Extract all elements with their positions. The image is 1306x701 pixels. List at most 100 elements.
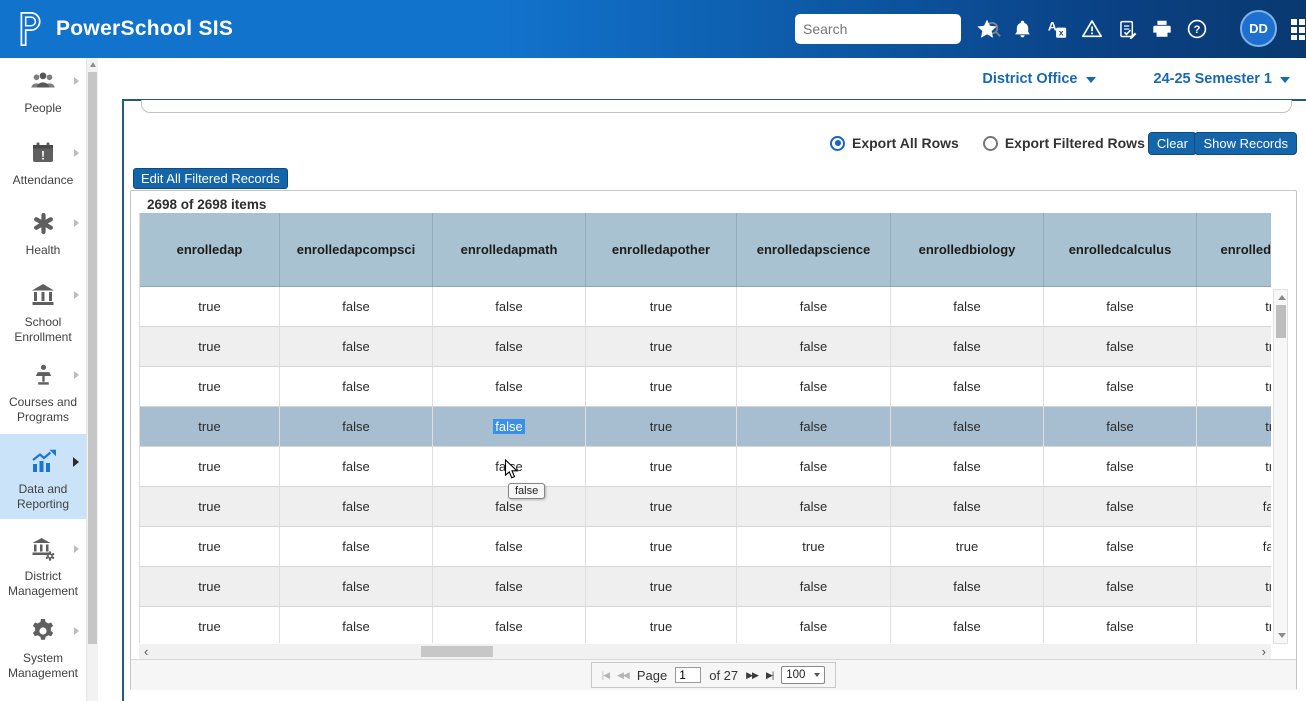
show-records-button[interactable]: Show Records: [1194, 132, 1297, 155]
term-selector[interactable]: 24-25 Semester 1: [1154, 71, 1291, 87]
table-cell[interactable]: true: [586, 367, 737, 407]
table-cell[interactable]: false: [433, 567, 586, 607]
alerts-icon[interactable]: [1081, 18, 1103, 40]
search-input[interactable]: [803, 21, 984, 37]
export-all-rows-radio[interactable]: [830, 136, 845, 151]
table-cell[interactable]: false: [433, 607, 586, 643]
table-cell[interactable]: true: [1197, 567, 1271, 607]
table-cell[interactable]: false: [891, 567, 1044, 607]
table-cell[interactable]: false: [891, 487, 1044, 527]
sidebar-item-data-and-reporting[interactable]: Data andReporting: [0, 434, 86, 519]
table-cell[interactable]: false: [891, 607, 1044, 643]
table-cell[interactable]: false: [280, 607, 433, 643]
sidebar-scrollbar[interactable]: [86, 58, 98, 701]
column-header[interactable]: enrolledbiology: [891, 213, 1044, 286]
table-cell[interactable]: false: [280, 567, 433, 607]
vertical-scrollbar-thumb[interactable]: [1276, 305, 1286, 338]
table-cell[interactable]: false: [433, 447, 586, 487]
table-cell[interactable]: false: [433, 327, 586, 367]
vertical-scrollbar[interactable]: [1273, 289, 1288, 644]
page-size-select[interactable]: 100: [781, 666, 825, 684]
scroll-down-icon[interactable]: [1278, 633, 1286, 638]
table-cell[interactable]: true: [140, 527, 280, 567]
table-cell[interactable]: false: [433, 367, 586, 407]
table-cell[interactable]: false: [1044, 407, 1197, 447]
table-cell[interactable]: false: [891, 407, 1044, 447]
table-cell[interactable]: false: [433, 287, 586, 327]
table-cell[interactable]: true: [140, 487, 280, 527]
table-cell[interactable]: true: [140, 607, 280, 643]
table-cell[interactable]: false: [737, 447, 891, 487]
table-cell[interactable]: false: [1044, 487, 1197, 527]
table-row[interactable]: truefalsefalsetruetruetruefalsefalse: [140, 527, 1271, 567]
table-row[interactable]: truefalsefalsetruefalsefalsefalsetrue: [140, 607, 1271, 643]
powerschool-logo-icon[interactable]: [16, 10, 44, 53]
sidebar-item-courses-and-programs[interactable]: Courses andPrograms: [0, 360, 86, 425]
table-cell[interactable]: true: [140, 447, 280, 487]
column-header[interactable]: enrolledapscience: [737, 213, 891, 286]
table-cell[interactable]: true: [586, 447, 737, 487]
table-cell[interactable]: false: [737, 567, 891, 607]
table-cell[interactable]: false: [280, 447, 433, 487]
table-cell[interactable]: false: [737, 287, 891, 327]
table-cell[interactable]: true: [586, 327, 737, 367]
sidebar-item-system-management[interactable]: SystemManagement: [0, 616, 86, 681]
table-cell[interactable]: false: [280, 487, 433, 527]
clear-button[interactable]: Clear: [1148, 132, 1197, 155]
help-icon[interactable]: ?: [1186, 18, 1208, 40]
table-row[interactable]: truefalsefalsetruefalsefalsefalsefalse: [140, 487, 1271, 527]
table-cell[interactable]: true: [1197, 407, 1271, 447]
table-cell[interactable]: false: [1197, 487, 1271, 527]
page-number-input[interactable]: [675, 667, 701, 683]
column-header[interactable]: enrolledapother: [586, 213, 737, 286]
export-all-rows-label[interactable]: Export All Rows: [852, 135, 959, 151]
table-cell[interactable]: false: [891, 447, 1044, 487]
first-page-button[interactable]: |◀: [602, 670, 609, 681]
table-cell[interactable]: false: [1044, 327, 1197, 367]
column-header[interactable]: enrolledap: [140, 213, 280, 286]
print-icon[interactable]: [1151, 18, 1173, 40]
table-cell[interactable]: true: [140, 327, 280, 367]
table-cell[interactable]: false: [891, 367, 1044, 407]
table-row[interactable]: truefalsefalsetruefalsefalsefalsetrue: [140, 567, 1271, 607]
table-row[interactable]: truefalsefalsetruefalsefalsefalsetrue: [140, 327, 1271, 367]
app-switcher-icon[interactable]: [1290, 18, 1306, 40]
horizontal-scrollbar[interactable]: ‹ ›: [139, 644, 1271, 659]
table-cell[interactable]: true: [586, 487, 737, 527]
previous-page-button[interactable]: ◀◀: [617, 670, 629, 681]
translate-icon[interactable]: Ax: [1046, 18, 1068, 40]
table-cell[interactable]: true: [737, 527, 891, 567]
sidebar-item-attendance[interactable]: !Attendance: [0, 138, 86, 188]
user-avatar[interactable]: DD: [1240, 10, 1277, 47]
export-filtered-rows-label[interactable]: Export Filtered Rows: [1005, 135, 1145, 151]
table-cell[interactable]: true: [140, 287, 280, 327]
table-cell[interactable]: false: [1044, 367, 1197, 407]
table-cell[interactable]: true: [891, 527, 1044, 567]
scroll-up-icon[interactable]: [1278, 295, 1286, 300]
column-header[interactable]: enrolledapmath: [433, 213, 586, 286]
next-page-button[interactable]: ▶▶: [746, 670, 758, 681]
search-box[interactable]: [795, 14, 961, 44]
horizontal-scrollbar-thumb[interactable]: [421, 646, 493, 657]
column-header[interactable]: enrolledapcompsci: [280, 213, 433, 286]
table-cell[interactable]: false: [1197, 527, 1271, 567]
table-cell[interactable]: true: [140, 407, 280, 447]
tasks-icon[interactable]: [1116, 18, 1138, 40]
sidebar-item-people[interactable]: People: [0, 66, 86, 116]
notifications-icon[interactable]: [1011, 18, 1033, 40]
table-cell[interactable]: false: [737, 607, 891, 643]
table-cell[interactable]: true: [1197, 367, 1271, 407]
table-row[interactable]: truefalsefalsetruefalsefalsefalsetrue: [140, 447, 1271, 487]
table-cell[interactable]: false: [737, 367, 891, 407]
table-cell[interactable]: false: [280, 527, 433, 567]
table-row[interactable]: truefalsefalsetruefalsefalsefalsetrue: [140, 367, 1271, 407]
table-cell[interactable]: true: [1197, 607, 1271, 643]
table-cell[interactable]: true: [1197, 447, 1271, 487]
column-header[interactable]: enrolledchemistry: [1197, 213, 1271, 286]
table-row[interactable]: truefalsefalsetruefalsefalsefalsetrue: [140, 407, 1271, 447]
table-cell[interactable]: true: [586, 407, 737, 447]
table-cell[interactable]: false: [737, 327, 891, 367]
table-cell[interactable]: false: [737, 407, 891, 447]
table-cell[interactable]: true: [586, 287, 737, 327]
table-cell[interactable]: false: [280, 407, 433, 447]
